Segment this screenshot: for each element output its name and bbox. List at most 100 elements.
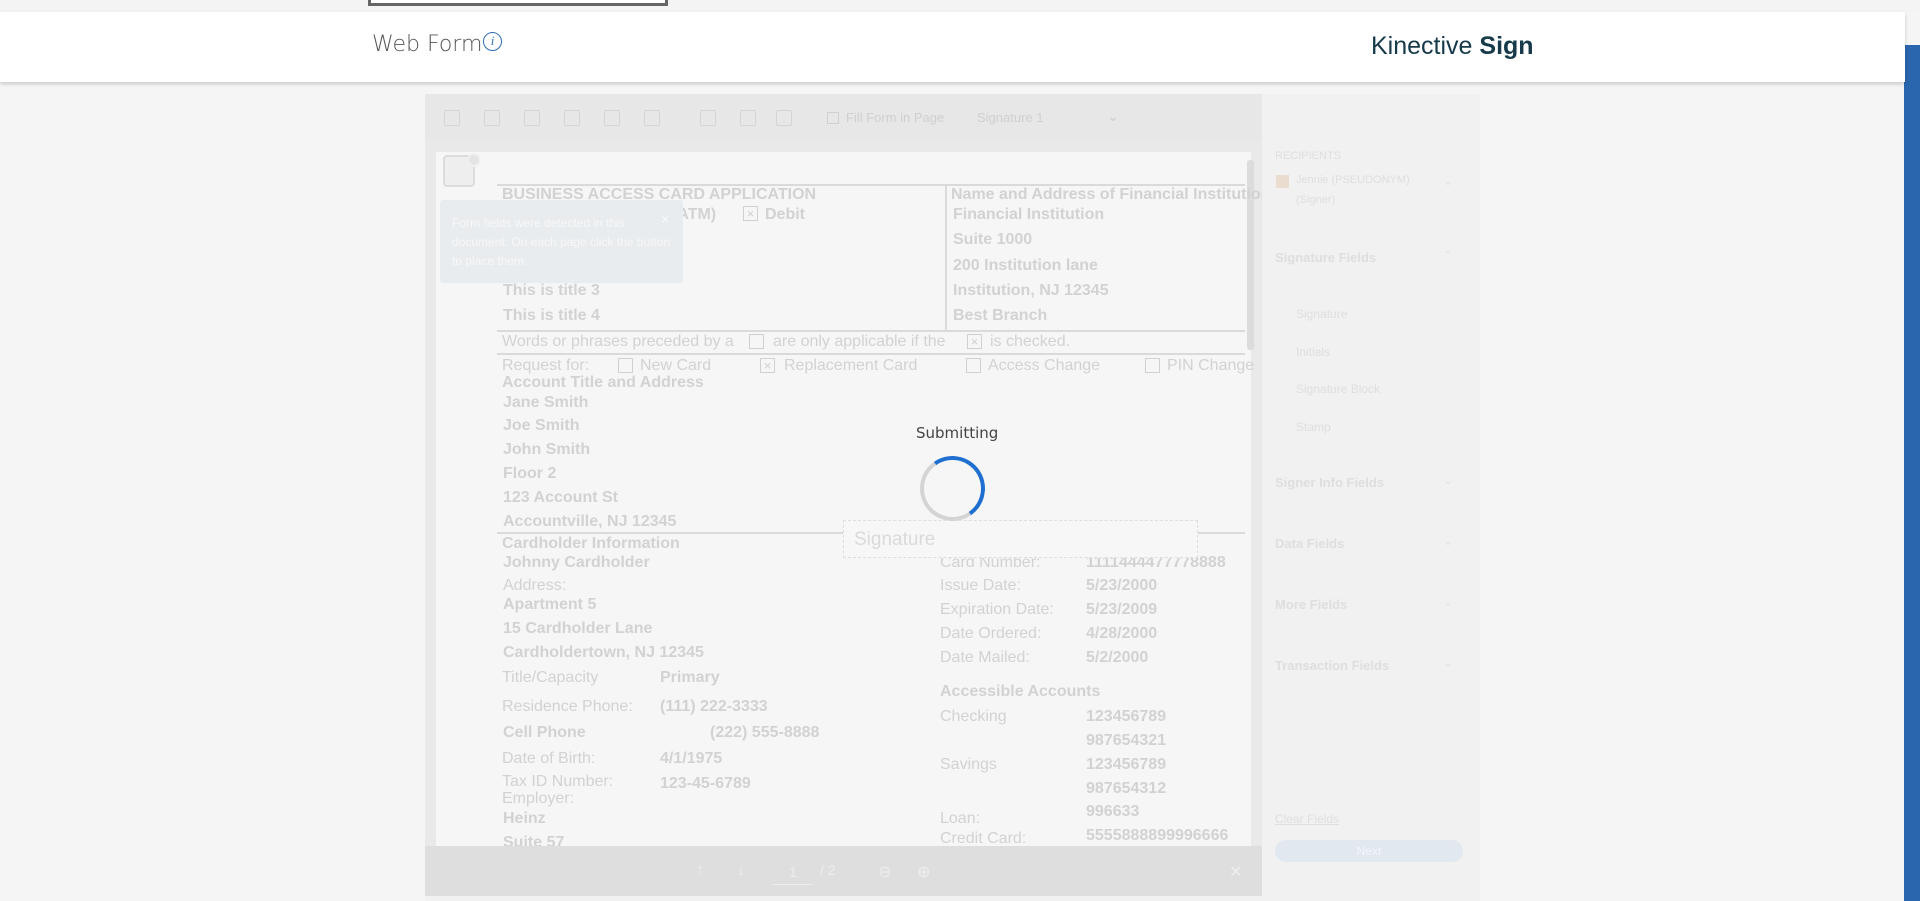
- employer-value: Heinz: [503, 810, 546, 827]
- toolbar-button[interactable]: [564, 110, 580, 126]
- transaction-fields-header[interactable]: Transaction Fields: [1275, 658, 1389, 673]
- toolbar-button[interactable]: [524, 110, 540, 126]
- toolbar-button[interactable]: [644, 110, 660, 126]
- account-line: John Smith: [503, 441, 591, 458]
- divider: [945, 184, 947, 330]
- checking-label: Checking: [940, 708, 1007, 725]
- issue-date-value: 5/23/2000: [1086, 577, 1158, 594]
- note-checkbox-checked: ×: [967, 334, 982, 349]
- fi-header: Name and Address of Financial Institutio…: [951, 186, 1271, 203]
- arrow-down-icon[interactable]: ↓: [737, 862, 745, 880]
- divider: [497, 330, 1245, 332]
- submitting-status: Submitting: [916, 424, 999, 442]
- toolbar-button[interactable]: [776, 110, 792, 126]
- recipients-header: RECIPIENTS: [1275, 150, 1342, 162]
- credit-card-value: 5555888899996666: [1086, 827, 1229, 844]
- words-note-b: are only applicable if the: [773, 333, 946, 350]
- fi-branch: Best Branch: [953, 307, 1048, 324]
- date-mailed-label: Date Mailed:: [940, 649, 1030, 666]
- info-icon[interactable]: i: [483, 32, 502, 51]
- access-change-label: Access Change: [988, 357, 1101, 374]
- doc-title4: This is title 4: [503, 307, 600, 324]
- field-signature[interactable]: Signature: [1296, 307, 1347, 321]
- tooltip-text: Form fields were detected in this docume…: [452, 216, 671, 268]
- toolbar-button[interactable]: [604, 110, 620, 126]
- fi-street: 200 Institution lane: [953, 257, 1098, 274]
- recipient-color: [1276, 175, 1289, 188]
- brand-name: Kinective: [1371, 32, 1473, 60]
- fill-form-checkbox[interactable]: [827, 112, 839, 124]
- pin-change-label: PIN Change: [1167, 357, 1255, 374]
- app-header: Web Form i Kinective Sign: [0, 12, 1905, 82]
- dob-label: Date of Birth:: [502, 750, 596, 767]
- chevron-down-icon[interactable]: ⌄: [1443, 174, 1453, 188]
- pin-change-checkbox: [1145, 358, 1160, 373]
- field-stamp[interactable]: Stamp: [1296, 420, 1331, 434]
- toolbar-button[interactable]: [484, 110, 500, 126]
- account-line: Jane Smith: [503, 394, 589, 411]
- doc-debit-label: Debit: [765, 206, 805, 223]
- exp-date-value: 5/23/2009: [1086, 601, 1158, 618]
- chevron-down-icon[interactable]: ⌄: [1443, 534, 1453, 548]
- field-signature-block[interactable]: Signature Block: [1296, 382, 1380, 396]
- words-note: Words or phrases preceded by a: [502, 333, 734, 350]
- cardholder-header: Cardholder Information: [502, 535, 680, 552]
- savings-value: 123456789: [1086, 756, 1167, 773]
- signature-dropdown[interactable]: Signature 1: [977, 110, 1044, 125]
- page-navigation-bar: [425, 846, 1262, 896]
- signature-fields-header[interactable]: Signature Fields: [1275, 250, 1376, 265]
- savings-label: Savings: [940, 756, 997, 773]
- clear-fields-link[interactable]: Clear Fields: [1275, 812, 1339, 826]
- account-line: 123 Account St: [503, 489, 618, 506]
- loan-value: 996633: [1086, 803, 1140, 820]
- fill-form-label: Fill Form in Page: [846, 110, 945, 125]
- chevron-down-icon[interactable]: ⌄: [1443, 595, 1453, 609]
- brand-name-bold: Sign: [1479, 32, 1534, 60]
- taxid-value: 123-45-6789: [660, 775, 751, 792]
- toolbar-button[interactable]: [444, 110, 460, 126]
- page-number-input[interactable]: 1: [773, 859, 813, 885]
- new-card-label: New Card: [640, 357, 712, 374]
- date-ordered-value: 4/28/2000: [1086, 625, 1158, 642]
- close-icon[interactable]: ×: [661, 210, 669, 229]
- loan-label: Loan:: [940, 810, 981, 827]
- zoom-in-icon[interactable]: ⊕: [917, 862, 930, 882]
- toolbar-button[interactable]: [700, 110, 716, 126]
- checking-value: 123456789: [1086, 708, 1167, 725]
- debit-checkbox: ×: [743, 206, 758, 221]
- res-phone-label: Residence Phone:: [502, 698, 633, 715]
- data-fields-header[interactable]: Data Fields: [1275, 536, 1344, 551]
- new-card-checkbox: [618, 358, 633, 373]
- fi-suite: Suite 1000: [953, 231, 1033, 248]
- chevron-up-icon[interactable]: ⌃: [1443, 248, 1453, 262]
- address-line: 15 Cardholder Lane: [503, 620, 653, 637]
- next-button[interactable]: Next: [1275, 840, 1463, 862]
- account-header: Account Title and Address: [502, 374, 704, 391]
- date-mailed-value: 5/2/2000: [1086, 649, 1149, 666]
- signer-info-header[interactable]: Signer Info Fields: [1275, 475, 1384, 490]
- field-initials[interactable]: Initials: [1296, 345, 1330, 359]
- signature-field[interactable]: Signature: [843, 520, 1198, 558]
- chevron-down-icon[interactable]: ⌄: [1443, 473, 1453, 487]
- issue-date-label: Issue Date:: [940, 577, 1021, 594]
- page-scrollbar[interactable]: [1904, 45, 1920, 901]
- cell-phone-label: Cell Phone: [503, 724, 586, 741]
- account-line: Floor 2: [503, 465, 557, 482]
- recipient-name[interactable]: Jennie (PSEUDONYM): [1296, 174, 1410, 186]
- accessible-header: Accessible Accounts: [940, 683, 1101, 700]
- access-change-checkbox: [966, 358, 981, 373]
- exp-date-label: Expiration Date:: [940, 601, 1054, 618]
- more-fields-header[interactable]: More Fields: [1275, 597, 1347, 612]
- form-fields-tooltip: Form fields were detected in this docume…: [440, 200, 683, 283]
- toolbar-button[interactable]: [740, 110, 756, 126]
- taxid-label: Tax ID Number:: [502, 773, 614, 790]
- res-phone-value: (111) 222-3333: [660, 698, 768, 715]
- cell-phone-value: (222) 555-8888: [710, 724, 820, 741]
- arrow-up-icon[interactable]: ↑: [696, 862, 704, 880]
- chevron-down-icon[interactable]: ⌄: [1443, 656, 1453, 670]
- close-icon[interactable]: ✕: [1229, 862, 1242, 882]
- zoom-out-icon[interactable]: ⊖: [878, 862, 891, 882]
- chevron-down-icon[interactable]: ⌄: [1107, 108, 1119, 125]
- address-line: Apartment 5: [503, 596, 597, 613]
- request-for-label: Request for:: [502, 357, 590, 374]
